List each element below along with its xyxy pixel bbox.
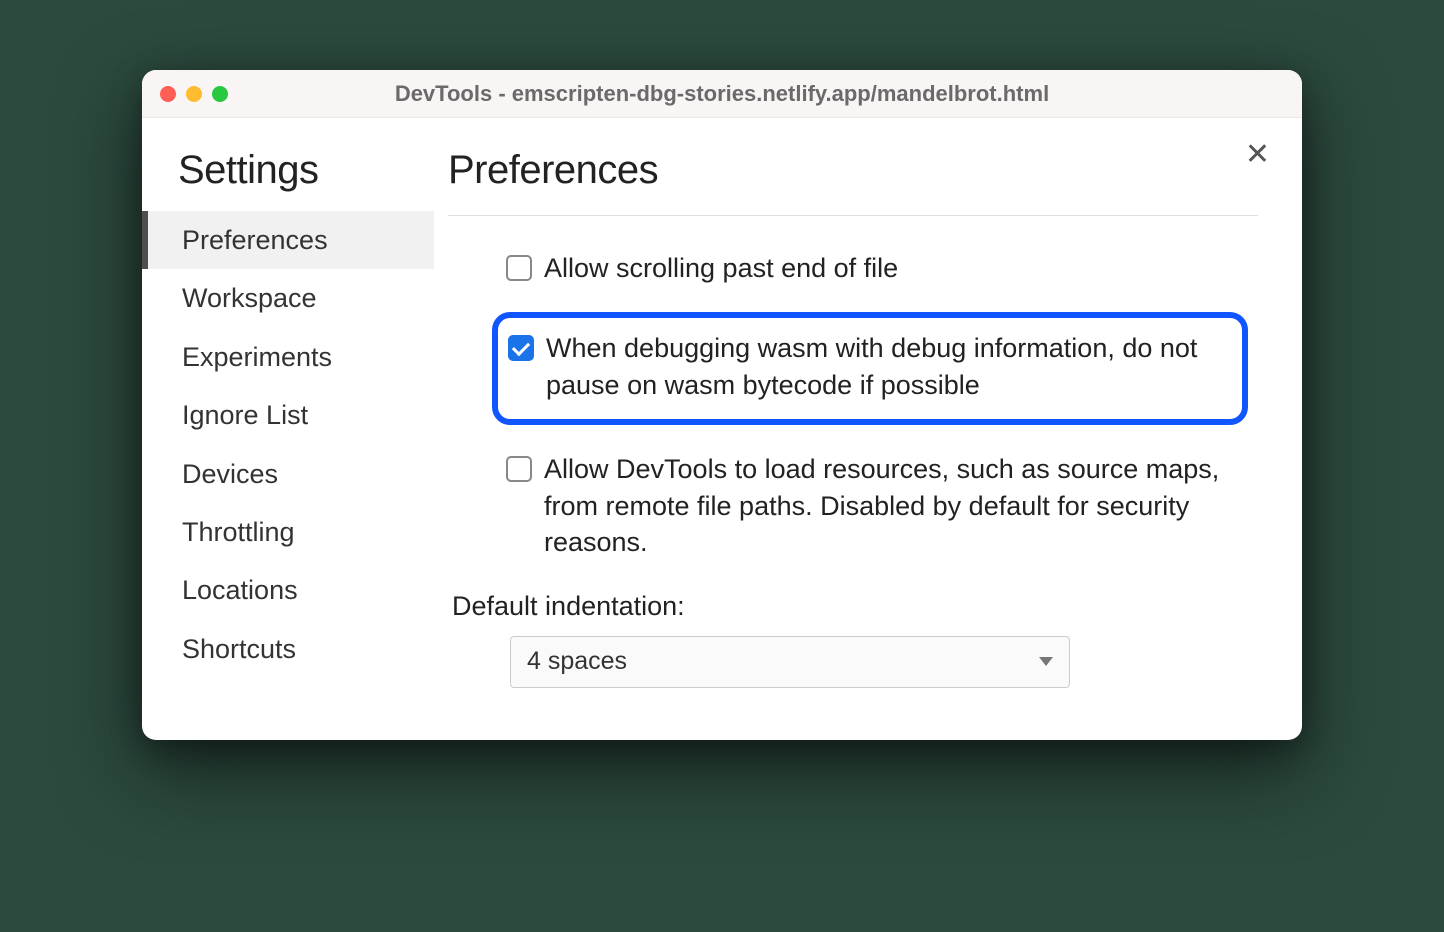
chevron-down-icon — [1039, 657, 1053, 666]
sidebar-item-preferences[interactable]: Preferences — [142, 211, 434, 269]
maximize-window-button[interactable] — [212, 86, 228, 102]
titlebar: DevTools - emscripten-dbg-stories.netlif… — [142, 70, 1302, 118]
checkbox-icon[interactable] — [506, 456, 532, 482]
panel-title: Preferences — [448, 148, 1258, 216]
pref-wasm-no-pause[interactable]: When debugging wasm with debug informati… — [492, 312, 1248, 425]
devtools-window: DevTools - emscripten-dbg-stories.netlif… — [142, 70, 1302, 740]
sidebar-item-shortcuts[interactable]: Shortcuts — [142, 620, 434, 678]
close-window-button[interactable] — [160, 86, 176, 102]
traffic-lights — [160, 86, 228, 102]
checkbox-icon[interactable] — [506, 255, 532, 281]
sidebar-item-ignore-list[interactable]: Ignore List — [142, 386, 434, 444]
sidebar-item-throttling[interactable]: Throttling — [142, 503, 434, 561]
indentation-value: 4 spaces — [527, 647, 627, 676]
pref-label: Allow DevTools to load resources, such a… — [544, 451, 1250, 560]
minimize-window-button[interactable] — [186, 86, 202, 102]
sidebar-title: Settings — [142, 148, 434, 211]
indentation-label: Default indentation: — [452, 591, 1258, 622]
content-area: ✕ Settings Preferences Workspace Experim… — [142, 118, 1302, 740]
pref-allow-remote-file-paths[interactable]: Allow DevTools to load resources, such a… — [498, 445, 1258, 566]
sidebar-item-devices[interactable]: Devices — [142, 445, 434, 503]
settings-sidebar: Settings Preferences Workspace Experimen… — [142, 118, 434, 740]
pref-label: When debugging wasm with debug informati… — [546, 330, 1228, 403]
pref-allow-scrolling[interactable]: Allow scrolling past end of file — [498, 244, 1258, 292]
window-title: DevTools - emscripten-dbg-stories.netlif… — [142, 81, 1302, 107]
pref-label: Allow scrolling past end of file — [544, 250, 898, 286]
preferences-panel: Preferences Allow scrolling past end of … — [434, 118, 1302, 740]
indentation-select[interactable]: 4 spaces — [510, 636, 1070, 688]
checkbox-icon[interactable] — [508, 335, 534, 361]
sidebar-item-locations[interactable]: Locations — [142, 561, 434, 619]
sidebar-item-workspace[interactable]: Workspace — [142, 269, 434, 327]
sidebar-item-experiments[interactable]: Experiments — [142, 328, 434, 386]
